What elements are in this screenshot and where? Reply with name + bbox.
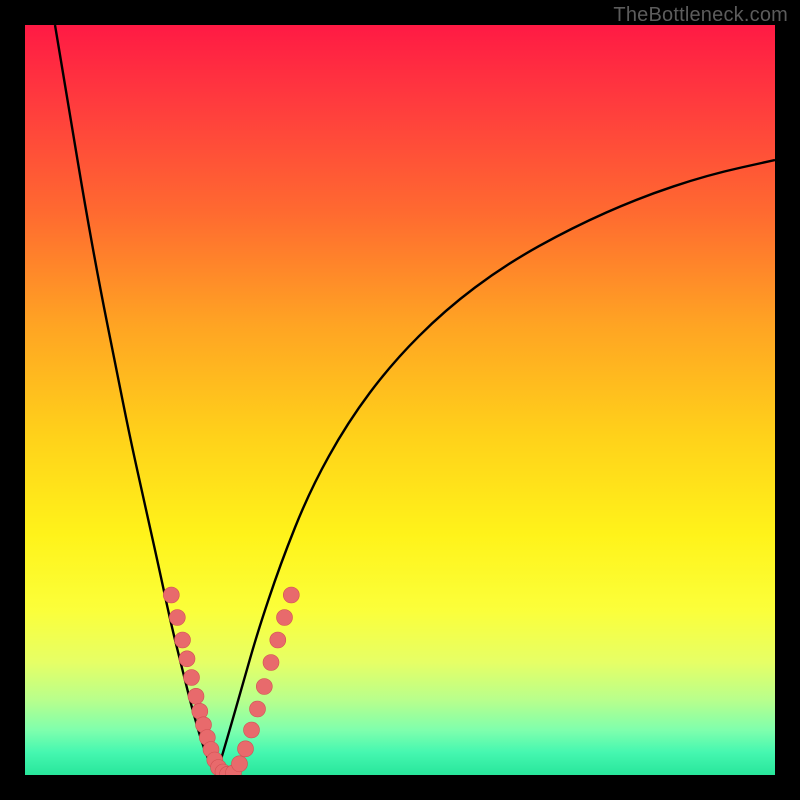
curve-group <box>55 25 775 775</box>
data-marker <box>250 701 266 717</box>
data-markers <box>163 587 299 775</box>
data-marker <box>175 632 191 648</box>
data-marker <box>238 741 254 757</box>
right-branch-curve <box>216 160 775 775</box>
data-marker <box>188 688 204 704</box>
data-marker <box>270 632 286 648</box>
chart-frame: TheBottleneck.com <box>0 0 800 800</box>
v-curve-plot <box>25 25 775 775</box>
data-marker <box>163 587 179 603</box>
data-marker <box>277 610 293 626</box>
data-marker <box>184 670 200 686</box>
data-marker <box>169 610 185 626</box>
data-marker <box>283 587 299 603</box>
data-marker <box>263 655 279 671</box>
data-marker <box>179 651 195 667</box>
data-marker <box>244 722 260 738</box>
data-marker <box>256 679 272 695</box>
gradient-plot-area <box>25 25 775 775</box>
data-marker <box>232 756 248 772</box>
watermark-text: TheBottleneck.com <box>613 4 788 27</box>
